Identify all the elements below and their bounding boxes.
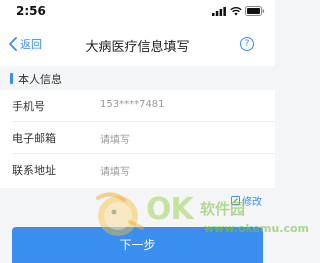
section-title: 本人信息 bbox=[18, 73, 62, 86]
wifi-icon bbox=[230, 6, 242, 16]
help-icon[interactable]: ? bbox=[240, 37, 254, 51]
edit-icon bbox=[231, 196, 240, 205]
address-field[interactable]: 请填写 bbox=[100, 163, 130, 178]
phone-row: 手机号 153****7481 bbox=[0, 90, 275, 122]
navigation-bar: 返回 大病医疗信息填写 ? bbox=[0, 22, 275, 66]
address-label: 联系地址 bbox=[12, 164, 56, 177]
status-bar: 2:56 bbox=[0, 0, 275, 22]
phone-value: 153****7481 bbox=[100, 99, 165, 110]
edit-button[interactable]: 修改 bbox=[231, 193, 262, 208]
cellular-signal-icon bbox=[212, 7, 226, 16]
next-button[interactable]: 下一步 bbox=[12, 227, 263, 263]
email-row[interactable]: 电子邮箱 请填写 bbox=[0, 122, 275, 154]
email-field[interactable]: 请填写 bbox=[100, 131, 130, 146]
watermark-brand: OK bbox=[146, 192, 194, 227]
battery-icon bbox=[245, 6, 265, 16]
address-row[interactable]: 联系地址 请填写 bbox=[0, 154, 275, 186]
personal-info-form: 手机号 153****7481 电子邮箱 请填写 联系地址 请填写 bbox=[0, 90, 275, 188]
phone-label: 手机号 bbox=[12, 100, 45, 113]
section-header: 本人信息 bbox=[0, 66, 275, 90]
status-time: 2:56 bbox=[16, 4, 46, 18]
email-label: 电子邮箱 bbox=[12, 132, 56, 145]
page-title: 大病医疗信息填写 bbox=[85, 40, 190, 55]
edit-label: 修改 bbox=[242, 197, 262, 208]
section-accent-bar bbox=[10, 73, 13, 84]
